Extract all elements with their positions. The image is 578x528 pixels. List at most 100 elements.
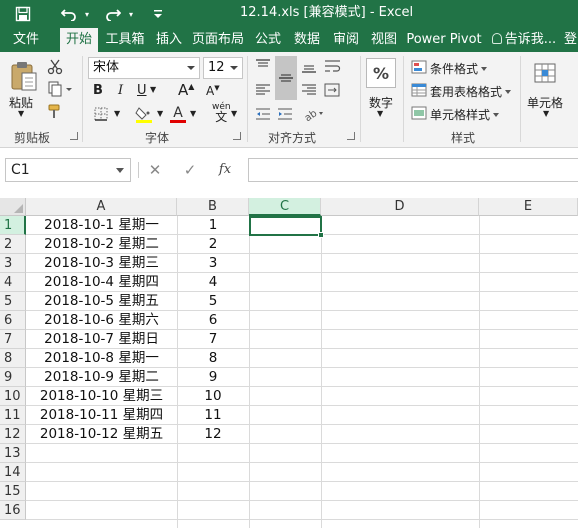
row-header[interactable]: 10 bbox=[0, 387, 26, 406]
tab-home[interactable]: 开始 bbox=[60, 28, 98, 52]
decrease-indent-icon[interactable] bbox=[253, 104, 273, 124]
cell-a8[interactable]: 2018-10-8 星期一 bbox=[26, 349, 177, 368]
column-header-b[interactable]: B bbox=[177, 198, 249, 216]
active-cell-c1[interactable] bbox=[249, 216, 324, 238]
copy-icon[interactable] bbox=[44, 80, 76, 98]
tab-page-layout[interactable]: 页面布局 bbox=[189, 28, 247, 52]
row-header[interactable]: 13 bbox=[0, 444, 26, 463]
cell-a5[interactable]: 2018-10-5 星期五 bbox=[26, 292, 177, 311]
fill-color-icon[interactable] bbox=[133, 104, 155, 124]
row-header[interactable]: 4 bbox=[0, 273, 26, 292]
cell-b6[interactable]: 6 bbox=[177, 311, 249, 330]
column-header-e[interactable]: E bbox=[479, 198, 578, 216]
sign-in-link[interactable]: 登 bbox=[564, 28, 578, 52]
align-bottom-icon[interactable] bbox=[299, 56, 319, 76]
formula-input[interactable] bbox=[248, 158, 578, 182]
italic-button[interactable]: I bbox=[118, 83, 123, 98]
cell-b5[interactable]: 5 bbox=[177, 292, 249, 311]
row-header[interactable]: 7 bbox=[0, 330, 26, 349]
cell-a9[interactable]: 2018-10-9 星期二 bbox=[26, 368, 177, 387]
cell-a10[interactable]: 2018-10-10 星期三 bbox=[26, 387, 177, 406]
fill-color-dropdown-icon[interactable]: ▼ bbox=[157, 109, 163, 118]
font-launcher-icon[interactable] bbox=[233, 132, 241, 140]
cell-b12[interactable]: 12 bbox=[177, 425, 249, 444]
cell-a1[interactable]: 2018-10-1 星期一 bbox=[26, 216, 177, 235]
cell-b2[interactable]: 2 bbox=[177, 235, 249, 254]
save-icon[interactable] bbox=[10, 0, 36, 28]
cells-dropdown-icon[interactable]: ▼ bbox=[543, 109, 549, 118]
cell-styles-button[interactable]: 单元格样式 bbox=[430, 106, 500, 123]
tab-formulas[interactable]: 公式 bbox=[250, 28, 286, 52]
cell-b4[interactable]: 4 bbox=[177, 273, 249, 292]
cell-b3[interactable]: 3 bbox=[177, 254, 249, 273]
borders-dropdown-icon[interactable]: ▼ bbox=[114, 109, 120, 118]
underline-dropdown-icon[interactable]: ▼ bbox=[150, 85, 156, 94]
clipboard-launcher-icon[interactable] bbox=[70, 132, 78, 140]
row-header[interactable]: 15 bbox=[0, 482, 26, 501]
row-header[interactable]: 8 bbox=[0, 349, 26, 368]
font-name-combo[interactable]: 宋体 bbox=[88, 57, 200, 79]
merge-center-icon[interactable] bbox=[321, 80, 345, 100]
cell-a3[interactable]: 2018-10-3 星期三 bbox=[26, 254, 177, 273]
increase-indent-icon[interactable] bbox=[275, 104, 295, 124]
borders-icon[interactable] bbox=[90, 106, 112, 122]
column-header-a[interactable]: A bbox=[26, 198, 177, 216]
row-header[interactable]: 16 bbox=[0, 501, 26, 520]
tab-view[interactable]: 视图 bbox=[366, 28, 402, 52]
cell-a7[interactable]: 2018-10-7 星期日 bbox=[26, 330, 177, 349]
row-header[interactable]: 5 bbox=[0, 292, 26, 311]
number-format-icon[interactable]: % bbox=[366, 58, 396, 88]
font-color-dropdown-icon[interactable]: ▼ bbox=[190, 109, 196, 118]
tab-insert[interactable]: 插入 bbox=[151, 28, 187, 52]
grow-font-button[interactable]: A▲ bbox=[178, 81, 194, 99]
row-header[interactable]: 3 bbox=[0, 254, 26, 273]
row-header[interactable]: 9 bbox=[0, 368, 26, 387]
redo-icon[interactable] bbox=[102, 0, 124, 28]
format-as-table-icon[interactable] bbox=[410, 82, 428, 98]
redo-dropdown-icon[interactable]: ▾ bbox=[126, 0, 136, 28]
cell-a11[interactable]: 2018-10-11 星期四 bbox=[26, 406, 177, 425]
bold-button[interactable]: B bbox=[93, 83, 103, 98]
cell-a2[interactable]: 2018-10-2 星期二 bbox=[26, 235, 177, 254]
cancel-icon[interactable]: ✕ bbox=[142, 158, 168, 182]
alignment-launcher-icon[interactable] bbox=[347, 132, 355, 140]
paste-icon[interactable] bbox=[6, 58, 42, 94]
fill-handle[interactable] bbox=[318, 232, 324, 238]
column-header-c[interactable]: C bbox=[249, 198, 321, 216]
row-header[interactable]: 6 bbox=[0, 311, 26, 330]
cell-b11[interactable]: 11 bbox=[177, 406, 249, 425]
select-all-button[interactable] bbox=[0, 198, 26, 216]
row-header[interactable]: 2 bbox=[0, 235, 26, 254]
tab-toolbox[interactable]: 工具箱 bbox=[101, 28, 149, 52]
align-top-icon[interactable] bbox=[253, 56, 273, 76]
name-box[interactable]: C1 bbox=[5, 158, 131, 182]
row-header[interactable]: 12 bbox=[0, 425, 26, 444]
paste-dropdown-icon[interactable]: ▼ bbox=[18, 109, 24, 118]
conditional-formatting-button[interactable]: 条件格式 bbox=[430, 60, 488, 77]
font-size-combo[interactable]: 12 bbox=[203, 57, 243, 79]
enter-icon[interactable]: ✓ bbox=[177, 158, 203, 182]
cell-a4[interactable]: 2018-10-4 星期四 bbox=[26, 273, 177, 292]
conditional-formatting-icon[interactable] bbox=[410, 59, 428, 75]
cell-b10[interactable]: 10 bbox=[177, 387, 249, 406]
format-painter-icon[interactable] bbox=[44, 102, 66, 120]
tab-file[interactable]: 文件 bbox=[4, 28, 48, 52]
customize-icon[interactable] bbox=[150, 0, 166, 28]
cell-b1[interactable]: 1 bbox=[177, 216, 249, 235]
orientation-icon[interactable]: ab bbox=[301, 104, 327, 124]
cell-b9[interactable]: 9 bbox=[177, 368, 249, 387]
wrap-text-icon[interactable] bbox=[321, 56, 345, 76]
column-header-d[interactable]: D bbox=[321, 198, 479, 216]
align-left-icon[interactable] bbox=[253, 80, 273, 100]
font-color-icon[interactable]: A bbox=[168, 104, 188, 124]
cells-icon[interactable] bbox=[530, 58, 560, 88]
cell-a12[interactable]: 2018-10-12 星期五 bbox=[26, 425, 177, 444]
tab-data[interactable]: 数据 bbox=[289, 28, 325, 52]
tell-me-box[interactable]: 告诉我... bbox=[490, 28, 558, 52]
cell-a6[interactable]: 2018-10-6 星期六 bbox=[26, 311, 177, 330]
format-as-table-button[interactable]: 套用表格格式 bbox=[430, 83, 512, 100]
align-right-icon[interactable] bbox=[299, 80, 319, 100]
undo-icon[interactable] bbox=[58, 0, 80, 28]
cell-b7[interactable]: 7 bbox=[177, 330, 249, 349]
tab-review[interactable]: 审阅 bbox=[328, 28, 364, 52]
